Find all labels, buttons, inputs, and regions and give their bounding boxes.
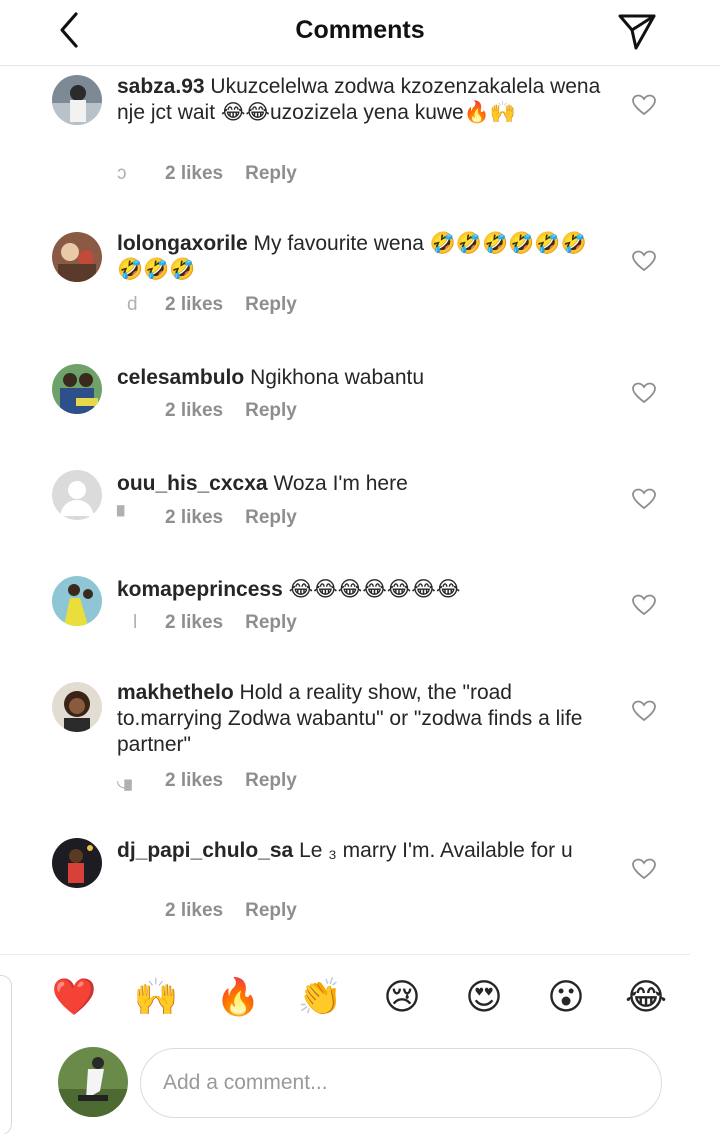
avatar[interactable] <box>52 682 102 732</box>
comment-timestamp: ɔ <box>117 163 127 184</box>
reply-button[interactable]: Reply <box>245 612 297 634</box>
page-title: Comments <box>295 16 425 44</box>
comment-item: makhethelo Hold a reality show, the "roa… <box>0 678 720 808</box>
comment-username[interactable]: dj_papi_chulo_sa <box>117 839 293 862</box>
reply-button[interactable]: Reply <box>245 900 297 922</box>
heart-icon[interactable] <box>632 594 656 616</box>
heart-icon[interactable] <box>632 700 656 722</box>
my-avatar[interactable] <box>58 1047 128 1117</box>
comment-text-block: makhethelo Hold a reality show, the "roa… <box>117 680 607 758</box>
comment-likes[interactable]: 2 likes <box>165 163 223 185</box>
avatar[interactable] <box>52 470 102 520</box>
comment-text: Woza I'm here <box>273 472 408 495</box>
comment-username[interactable]: komapeprincess <box>117 578 283 601</box>
comment-meta: 2 likes Reply <box>117 900 297 924</box>
comment-input[interactable] <box>140 1048 662 1118</box>
comment-item: dj_papi_chulo_sa Le ₃ marry I'm. Availab… <box>0 836 720 946</box>
comment-username[interactable]: makhethelo <box>117 681 234 704</box>
avatar[interactable] <box>52 838 102 888</box>
emoji-fire-button[interactable]: 🔥 <box>215 970 261 1026</box>
comment-likes[interactable]: 2 likes <box>165 400 223 422</box>
divider <box>0 954 690 955</box>
emoji-raised-hands-button[interactable]: 🙌 <box>133 970 179 1026</box>
avatar[interactable] <box>52 232 102 282</box>
comment-likes[interactable]: 2 likes <box>165 770 223 792</box>
comment-likes[interactable]: 2 likes <box>165 507 223 529</box>
emoji-laughing-button[interactable]: 😂 <box>623 970 669 1026</box>
comment-meta: ▘ 2 likes Reply <box>117 506 297 530</box>
comment-text: 😂😂😂😂😂😂😂 <box>288 578 461 601</box>
comment-text-block: ouu_his_cxcxa Woza I'm here <box>117 471 607 497</box>
comment-text: Le ₃ marry I'm. Available for u <box>299 839 573 862</box>
emoji-heart-eyes-button[interactable]: 😍 <box>461 970 507 1026</box>
comment-timestamp: ◟▖ <box>117 770 139 791</box>
comment-meta: ◟▖ 2 likes Reply <box>117 769 297 793</box>
comment-text-block: celesambulo Ngikhona wabantu <box>117 365 607 391</box>
comment-timestamp: d <box>127 294 138 315</box>
comment-timestamp: ▘ <box>117 507 132 528</box>
comment-text-block: dj_papi_chulo_sa Le ₃ marry I'm. Availab… <box>117 838 607 864</box>
comment-likes[interactable]: 2 likes <box>165 612 223 634</box>
comment-likes[interactable]: 2 likes <box>165 294 223 316</box>
comment-item: komapeprincess 😂😂😂😂😂😂😂 l 2 likes Reply <box>0 572 720 662</box>
emoji-reaction-bar: ❤️ 🙌 🔥 👏 😢 😍 😮 😂 <box>0 970 720 1030</box>
reply-button[interactable]: Reply <box>245 400 297 422</box>
avatar[interactable] <box>52 364 102 414</box>
comment-meta: ɔ 2 likes Reply <box>117 163 297 187</box>
reply-button[interactable]: Reply <box>245 294 297 316</box>
emoji-heart-button[interactable]: ❤️ <box>51 970 97 1026</box>
comment-username[interactable]: lolongaxorile <box>117 232 248 255</box>
comment-item: ouu_his_cxcxa Woza I'm here ▘ 2 likes Repl… <box>0 466 720 556</box>
left-edge-panel <box>0 975 12 1134</box>
reply-button[interactable]: Reply <box>245 507 297 529</box>
emoji-clap-button[interactable]: 👏 <box>297 970 343 1026</box>
comment-text-block: komapeprincess 😂😂😂😂😂😂😂 <box>117 577 607 603</box>
comment-meta: l 2 likes Reply <box>117 612 297 636</box>
paper-plane-icon <box>618 14 656 50</box>
emoji-crying-button[interactable]: 😢 <box>379 970 425 1026</box>
avatar[interactable] <box>52 75 102 125</box>
comment-item: celesambulo Ngikhona wabantu 2 likes Repl… <box>0 360 720 450</box>
comment-item: sabza.93 Ukuzcelelwa zodwa kzozenzakalel… <box>0 66 720 196</box>
emoji-surprised-button[interactable]: 😮 <box>543 970 589 1026</box>
comment-likes[interactable]: 2 likes <box>165 900 223 922</box>
comment-text-block: lolongaxorile My favourite wena 🤣🤣🤣🤣🤣🤣🤣🤣… <box>117 231 607 283</box>
comment-meta: 2 likes Reply <box>117 400 297 424</box>
avatar[interactable] <box>52 576 102 626</box>
comment-meta: d 2 likes Reply <box>117 294 297 318</box>
comment-username[interactable]: celesambulo <box>117 366 244 389</box>
heart-icon[interactable] <box>632 382 656 404</box>
comment-username[interactable]: sabza.93 <box>117 75 205 98</box>
header-bar: Comments <box>0 0 720 66</box>
reply-button[interactable]: Reply <box>245 163 297 185</box>
comment-item: lolongaxorile My favourite wena 🤣🤣🤣🤣🤣🤣🤣🤣… <box>0 226 720 336</box>
heart-icon[interactable] <box>632 858 656 880</box>
heart-icon[interactable] <box>632 250 656 272</box>
comment-text-block: sabza.93 Ukuzcelelwa zodwa kzozenzakalel… <box>117 74 607 126</box>
heart-icon[interactable] <box>632 488 656 510</box>
reply-button[interactable]: Reply <box>245 770 297 792</box>
comment-text: Ngikhona wabantu <box>250 366 425 389</box>
comment-list[interactable]: sabza.93 Ukuzcelelwa zodwa kzozenzakalel… <box>0 66 720 954</box>
comment-username[interactable]: ouu_his_cxcxa <box>117 472 268 495</box>
heart-icon[interactable] <box>632 94 656 116</box>
comment-timestamp: l <box>133 612 138 633</box>
share-button[interactable] <box>616 10 658 52</box>
